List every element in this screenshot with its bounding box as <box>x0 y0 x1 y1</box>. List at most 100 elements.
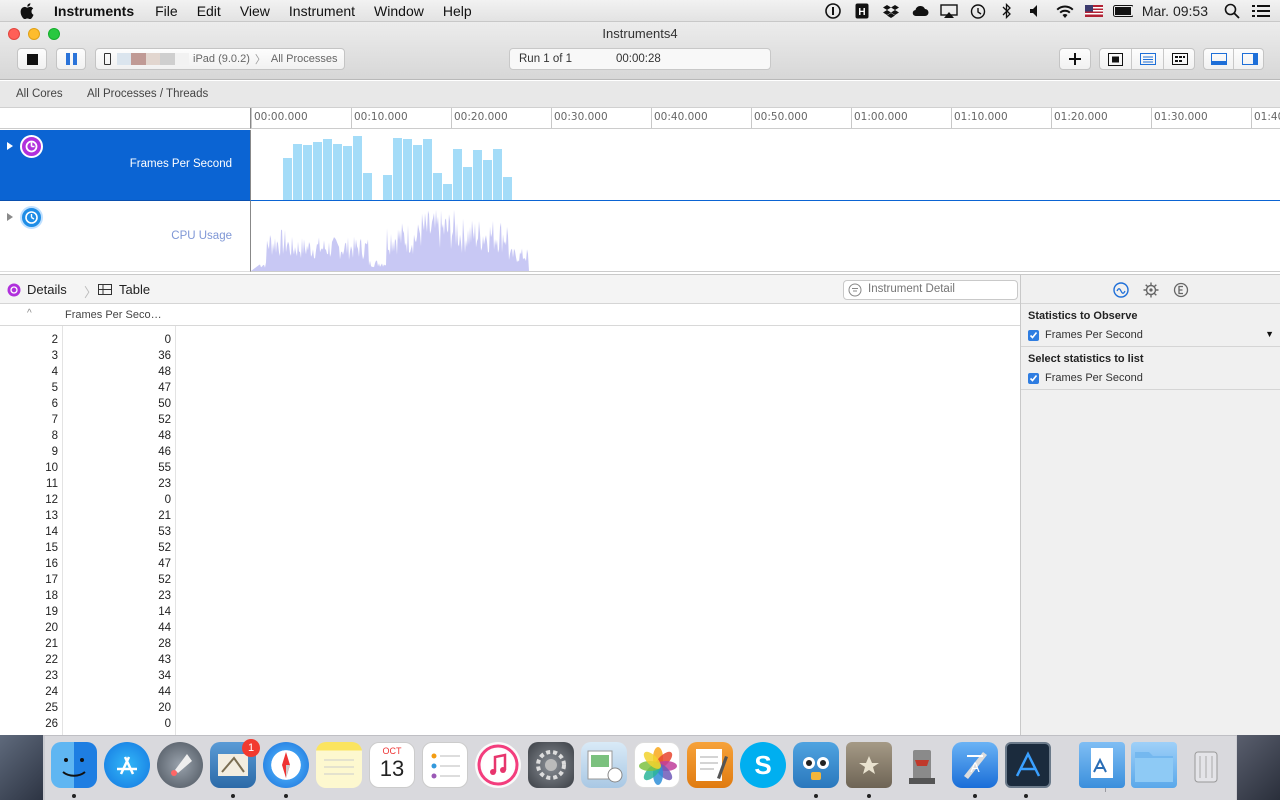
target-selector[interactable]: iPad (9.0.2) 〉 All Processes <box>95 48 345 70</box>
downloads-folder-icon[interactable] <box>1131 742 1177 788</box>
cloud-icon[interactable] <box>910 3 930 19</box>
launchpad-icon[interactable] <box>157 742 203 788</box>
git-tower-icon[interactable] <box>899 742 945 788</box>
table-row[interactable]: 15 52 <box>0 541 176 557</box>
table-row[interactable]: 4 48 <box>0 365 176 381</box>
toggle-detail-panel-button[interactable] <box>1204 49 1234 69</box>
table-row[interactable]: 19 14 <box>0 605 176 621</box>
disclosure-triangle-icon[interactable] <box>7 213 13 221</box>
dropdown-arrow-icon[interactable]: ▼ <box>1265 329 1274 339</box>
gear-icon[interactable] <box>1143 282 1159 298</box>
add-instrument-button[interactable] <box>1059 48 1091 70</box>
bluetooth-icon[interactable] <box>997 3 1017 19</box>
table-row[interactable]: 16 47 <box>0 557 176 573</box>
flag-icon[interactable] <box>1084 3 1104 19</box>
checkbox-checked-icon[interactable] <box>1028 329 1039 341</box>
clock[interactable]: Mar. 09:53 <box>1142 3 1208 19</box>
time-machine-icon[interactable] <box>968 3 988 19</box>
fps-graph[interactable] <box>250 130 1280 201</box>
table-row[interactable]: 6 50 <box>0 397 176 413</box>
table-row[interactable]: 5 47 <box>0 381 176 397</box>
table-row[interactable]: 17 52 <box>0 573 176 589</box>
table-row[interactable]: 21 28 <box>0 637 176 653</box>
menu-edit[interactable]: Edit <box>197 3 221 19</box>
spotlight-icon[interactable] <box>1222 3 1242 19</box>
list-view-button[interactable] <box>1132 49 1164 69</box>
table-row[interactable]: 23 34 <box>0 669 176 685</box>
menu-view[interactable]: View <box>240 3 270 19</box>
tweetbot-icon[interactable] <box>793 742 839 788</box>
instruments-icon[interactable] <box>1005 742 1051 788</box>
dropbox-icon[interactable] <box>881 3 901 19</box>
table-row[interactable]: 25 20 <box>0 701 176 717</box>
table-row[interactable]: 26 0 <box>0 717 176 733</box>
notes-icon[interactable] <box>316 742 362 788</box>
table-row[interactable]: 8 48 <box>0 429 176 445</box>
menu-file[interactable]: File <box>155 3 178 19</box>
h-icon[interactable]: H <box>852 3 872 19</box>
table-row[interactable]: 13 21 <box>0 509 176 525</box>
photos-icon[interactable] <box>634 742 680 788</box>
archive-icon[interactable] <box>846 742 892 788</box>
app-store-icon[interactable] <box>104 742 150 788</box>
grid-view-button[interactable] <box>1164 49 1196 69</box>
track-frames-per-second[interactable]: Frames Per Second <box>0 130 250 201</box>
xcode-icon[interactable]: A <box>952 742 998 788</box>
table-row[interactable]: 20 44 <box>0 621 176 637</box>
toggle-inspector-panel-button[interactable] <box>1234 49 1265 69</box>
list-stat-row[interactable]: Frames Per Second <box>1028 372 1143 384</box>
all-cores-filter[interactable]: All Cores <box>16 88 63 100</box>
table-row[interactable]: 12 0 <box>0 493 176 509</box>
disclosure-triangle-icon[interactable] <box>7 142 13 150</box>
table-row[interactable]: 18 23 <box>0 589 176 605</box>
table-row[interactable]: 7 52 <box>0 413 176 429</box>
table-row[interactable]: 14 53 <box>0 525 176 541</box>
menu-window[interactable]: Window <box>374 3 424 19</box>
table-row[interactable]: 9 46 <box>0 445 176 461</box>
pages-icon[interactable] <box>687 742 733 788</box>
documents-folder-icon[interactable] <box>1079 742 1125 788</box>
airplay-icon[interactable] <box>939 3 959 19</box>
record-settings-tab-icon[interactable] <box>1113 282 1129 298</box>
system-preferences-icon[interactable] <box>528 742 574 788</box>
table-row[interactable]: 10 55 <box>0 461 176 477</box>
time-ruler[interactable]: 00:00.000 00:10.000 00:20.000 00:30.000 00:4… <box>250 108 1280 129</box>
apple-icon[interactable] <box>20 2 40 19</box>
itunes-icon[interactable] <box>475 742 521 788</box>
battery-icon[interactable] <box>1112 3 1133 19</box>
onepassword-icon[interactable] <box>823 3 843 19</box>
wifi-icon[interactable] <box>1055 3 1075 19</box>
table-row[interactable]: 22 43 <box>0 653 176 669</box>
mail-icon[interactable]: 1 <box>210 739 260 788</box>
preview-icon[interactable] <box>581 742 627 788</box>
safari-icon[interactable] <box>263 742 309 788</box>
table-row[interactable]: 20 <box>0 333 176 349</box>
table-row[interactable]: 11 23 <box>0 477 176 493</box>
skype-icon[interactable]: S <box>740 742 786 788</box>
sort-ascending-icon[interactable]: ^ <box>27 308 32 319</box>
search-input[interactable] <box>868 283 1013 295</box>
breadcrumb-table[interactable]: Table <box>98 282 150 297</box>
cpu-graph[interactable] <box>250 201 1280 272</box>
volume-icon[interactable] <box>1026 3 1046 19</box>
list-icon[interactable] <box>1251 3 1271 19</box>
processes-threads-filter[interactable]: All Processes / Threads <box>87 88 208 100</box>
observe-stat-row[interactable]: Frames Per Second ▼ <box>1028 329 1274 341</box>
calendar-icon[interactable]: OCT 13 <box>369 742 415 788</box>
extended-detail-icon[interactable] <box>1173 282 1189 298</box>
table-row[interactable]: 24 44 <box>0 685 176 701</box>
checkbox-checked-icon[interactable] <box>1028 372 1039 384</box>
menu-instrument[interactable]: Instrument <box>289 3 355 19</box>
table-row[interactable]: 3 36 <box>0 349 176 365</box>
record-settings-button[interactable] <box>1100 49 1132 69</box>
trash-icon[interactable] <box>1183 742 1229 788</box>
instrument-detail-search[interactable] <box>843 280 1018 300</box>
reminders-icon[interactable] <box>422 742 468 788</box>
track-cpu-usage[interactable]: CPU Usage <box>0 201 250 272</box>
pause-button[interactable] <box>56 48 86 70</box>
breadcrumb-details[interactable]: Details <box>7 282 67 297</box>
stop-record-button[interactable] <box>17 48 47 70</box>
menu-app-name[interactable]: Instruments <box>54 3 134 19</box>
finder-icon[interactable] <box>51 742 97 788</box>
menu-help[interactable]: Help <box>443 3 472 19</box>
